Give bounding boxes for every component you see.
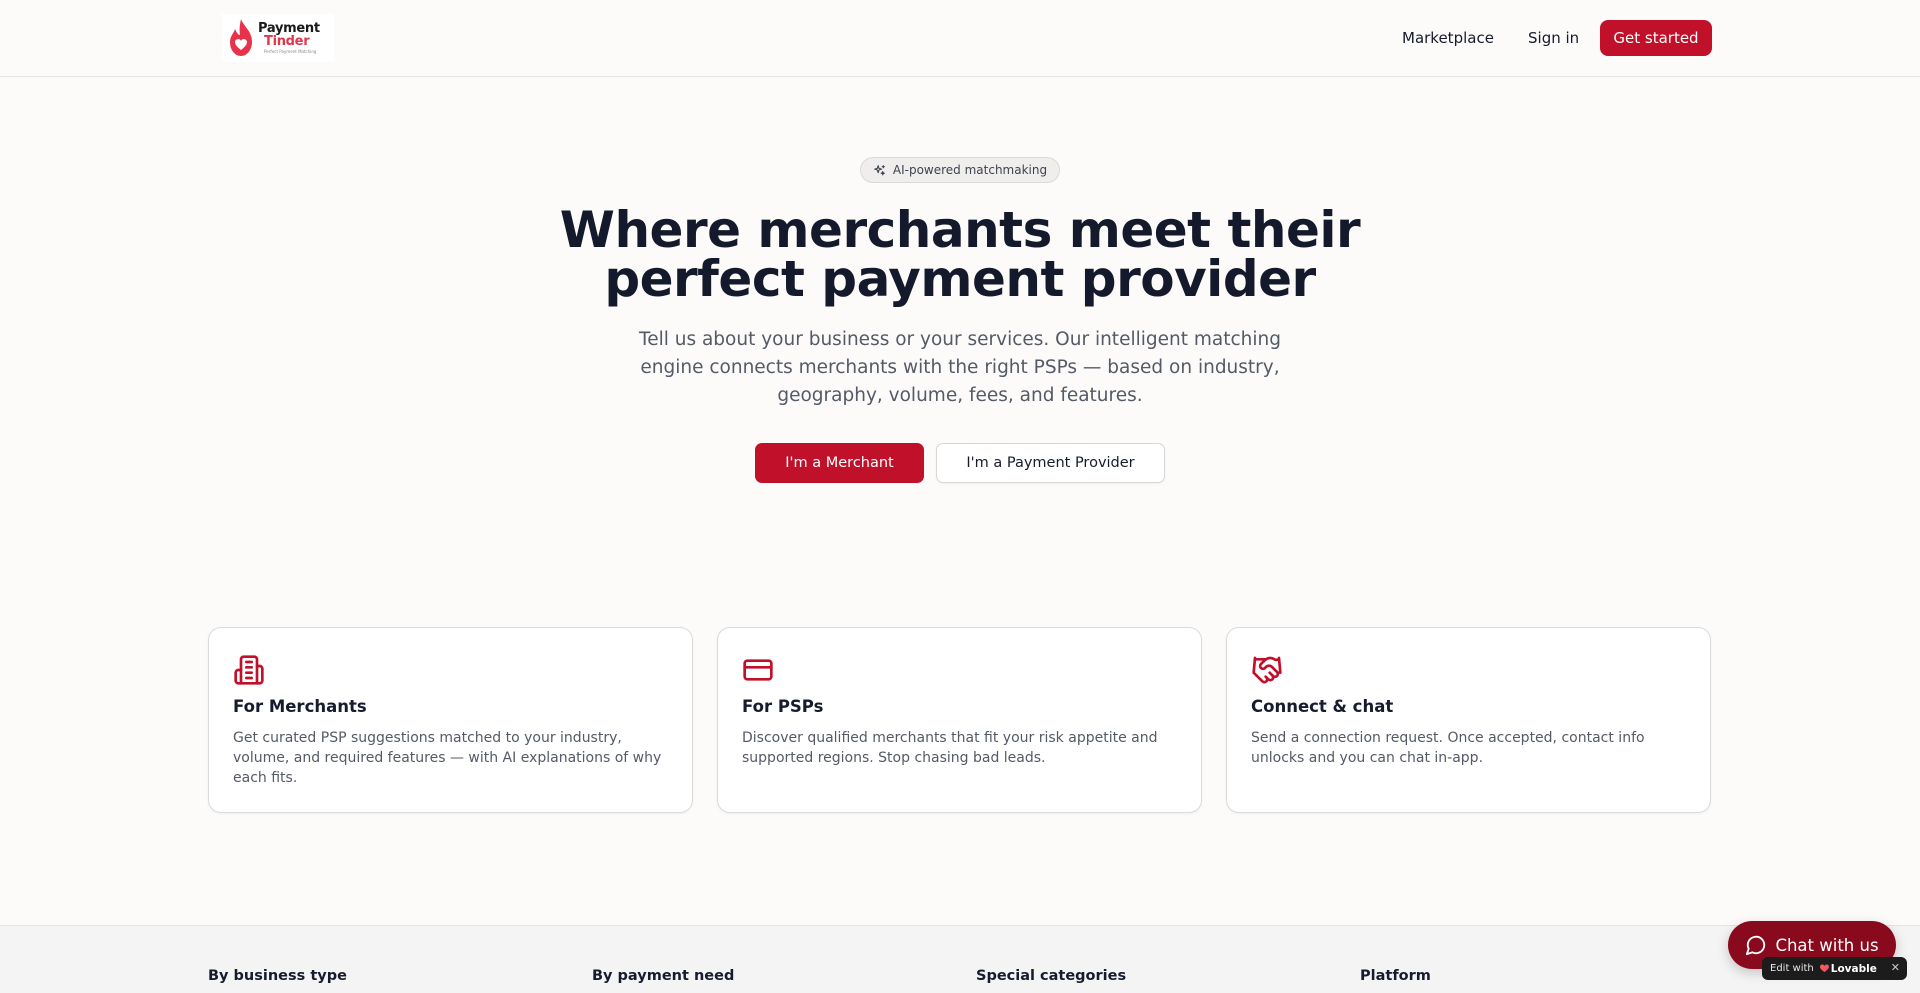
lovable-heart-icon	[1819, 964, 1829, 973]
flame-heart-icon	[230, 19, 252, 56]
building-icon	[234, 655, 264, 685]
feature-title: Connect & chat	[1251, 697, 1394, 716]
chat-label: Chat with us	[1775, 935, 1879, 955]
feature-title: For Merchants	[233, 697, 367, 716]
hero-subtitle: Tell us about your business or your serv…	[639, 329, 1281, 406]
feature-card-connect: Connect & chat Send a connection request…	[1226, 627, 1711, 813]
nav-marketplace-link[interactable]: Marketplace	[1402, 20, 1494, 56]
logo-line2: Tinder	[264, 34, 310, 49]
logo-wordmark: Payment Tinder Perfect Payment Matching	[258, 22, 320, 54]
feature-card-psps: For PSPs Discover qualified merchants th…	[717, 627, 1202, 813]
footer: By business type By payment need Special…	[0, 925, 1920, 993]
footer-heading-payment-need: By payment need	[592, 968, 735, 984]
hero-title: Where merchants meet their perfect payme…	[460, 205, 1460, 304]
chat-bubble-icon	[1746, 935, 1766, 956]
lovable-brand: Lovable	[1819, 962, 1877, 975]
top-navbar: Payment Tinder Perfect Payment Matching …	[0, 0, 1920, 77]
sparkles-icon	[873, 164, 885, 175]
lovable-brand-label: Lovable	[1830, 962, 1877, 975]
footer-heading-business-type: By business type	[208, 968, 347, 984]
payment-tinder-logo[interactable]: Payment Tinder Perfect Payment Matching	[222, 14, 334, 62]
footer-heading-special-categories: Special categories	[976, 968, 1127, 984]
feature-title: For PSPs	[742, 697, 824, 716]
nav-signin-link[interactable]: Sign in	[1528, 20, 1579, 56]
lovable-badge[interactable]: Edit with Lovable ✕	[1762, 957, 1907, 980]
footer-heading-platform: Platform	[1360, 968, 1431, 984]
close-icon[interactable]: ✕	[1891, 961, 1900, 974]
hero-title-line2: perfect payment provider	[604, 250, 1316, 308]
handshake-icon	[1252, 656, 1282, 684]
feature-text: Send a connection request. Once accepted…	[1251, 730, 1645, 766]
ai-matchmaking-badge: AI-powered matchmaking	[860, 157, 1060, 183]
feature-card-merchants: For Merchants Get curated PSP suggestion…	[208, 627, 693, 813]
badge-label: AI-powered matchmaking	[892, 163, 1048, 177]
get-started-button[interactable]: Get started	[1600, 20, 1712, 56]
feature-text: Discover qualified merchants that fit yo…	[742, 730, 1158, 766]
merchant-cta-button[interactable]: I'm a Merchant	[755, 443, 924, 483]
payment-provider-cta-button[interactable]: I'm a Payment Provider	[936, 443, 1165, 483]
edit-with-label: Edit with	[1770, 963, 1814, 974]
logo-tagline: Perfect Payment Matching	[264, 49, 317, 54]
credit-card-icon	[743, 659, 773, 681]
feature-text: Get curated PSP suggestions matched to y…	[233, 730, 662, 786]
